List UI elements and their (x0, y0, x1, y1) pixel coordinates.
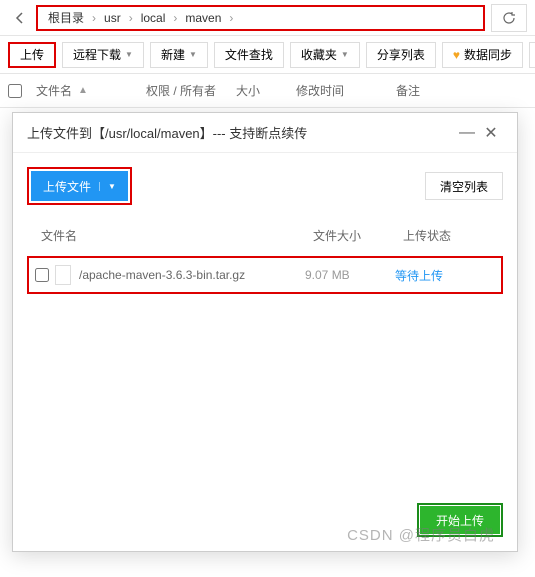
breadcrumb-maven[interactable]: maven (183, 11, 223, 25)
upload-modal: 上传文件到【/usr/local/maven】--- 支持断点续传 — ✕ 上传… (12, 112, 518, 552)
chevron-right-icon: › (123, 11, 139, 25)
toolbar: 上传 远程下载▼ 新建▼ 文件查找 收藏夹▼ 分享列表 ♥数据同步 ▣终端 📁/… (0, 36, 535, 74)
close-button[interactable]: ✕ (479, 121, 503, 145)
chevron-right-icon: › (167, 11, 183, 25)
breadcrumb-local[interactable]: local (139, 11, 168, 25)
highlight-upload-file: 上传文件 ▼ (27, 167, 132, 205)
row-checkbox[interactable] (35, 268, 49, 282)
minimize-button[interactable]: — (455, 121, 479, 145)
modal-column-filename: 文件名 (27, 227, 313, 244)
back-button[interactable] (8, 5, 32, 31)
breadcrumb-root[interactable]: 根目录 (46, 9, 86, 26)
sync-icon: ♥ (453, 48, 460, 62)
column-size[interactable]: 大小 (236, 82, 296, 99)
row-status: 等待上传 (395, 267, 495, 284)
chevron-down-icon: ▼ (189, 50, 197, 59)
row-filename: /apache-maven-3.6.3-bin.tar.gz (79, 268, 305, 282)
new-button[interactable]: 新建▼ (150, 42, 208, 68)
column-permission[interactable]: 权限 / 所有者 (146, 82, 236, 99)
favorites-button[interactable]: 收藏夹▼ (290, 42, 360, 68)
select-all-checkbox[interactable] (8, 84, 22, 98)
clear-list-button[interactable]: 清空列表 (425, 172, 503, 200)
modal-footer: 开始上传 (13, 489, 517, 551)
file-table-header: 文件名▲ 权限 / 所有者 大小 修改时间 备注 (0, 74, 535, 108)
chevron-right-icon: › (86, 11, 102, 25)
upload-file-row[interactable]: /apache-maven-3.6.3-bin.tar.gz 9.07 MB 等… (27, 256, 503, 294)
breadcrumb-usr[interactable]: usr (102, 11, 123, 25)
upload-button[interactable]: 上传 (8, 42, 56, 68)
chevron-down-icon: ▼ (125, 50, 133, 59)
modal-title-bar: 上传文件到【/usr/local/maven】--- 支持断点续传 — ✕ (13, 113, 517, 153)
chevron-down-icon: ▼ (341, 50, 349, 59)
sync-button[interactable]: ♥数据同步 (442, 42, 523, 68)
refresh-button[interactable] (491, 4, 527, 32)
breadcrumb-path: 根目录 › usr › local › maven › (36, 5, 485, 31)
breadcrumb-bar: 根目录 › usr › local › maven › (0, 0, 535, 36)
highlight-start-upload: 开始上传 (417, 503, 503, 537)
column-mtime[interactable]: 修改时间 (296, 82, 396, 99)
file-icon (55, 265, 71, 285)
remote-download-button[interactable]: 远程下载▼ (62, 42, 144, 68)
modal-table-header: 文件名 文件大小 上传状态 (13, 219, 517, 252)
modal-toolbar: 上传文件 ▼ 清空列表 (13, 153, 517, 219)
terminal-button[interactable]: ▣终端 (529, 42, 535, 68)
sort-asc-icon: ▲ (78, 85, 88, 96)
modal-column-size: 文件大小 (313, 227, 403, 244)
column-filename[interactable]: 文件名▲ (36, 82, 146, 99)
column-note[interactable]: 备注 (396, 82, 527, 99)
chevron-right-icon: › (223, 11, 239, 25)
chevron-down-icon: ▼ (99, 182, 116, 191)
row-filesize: 9.07 MB (305, 268, 395, 282)
share-button[interactable]: 分享列表 (366, 42, 436, 68)
modal-title: 上传文件到【/usr/local/maven】--- 支持断点续传 (27, 123, 455, 142)
modal-column-status: 上传状态 (403, 227, 503, 244)
upload-file-button[interactable]: 上传文件 ▼ (31, 171, 128, 201)
start-upload-button[interactable]: 开始上传 (420, 506, 500, 534)
search-button[interactable]: 文件查找 (214, 42, 284, 68)
